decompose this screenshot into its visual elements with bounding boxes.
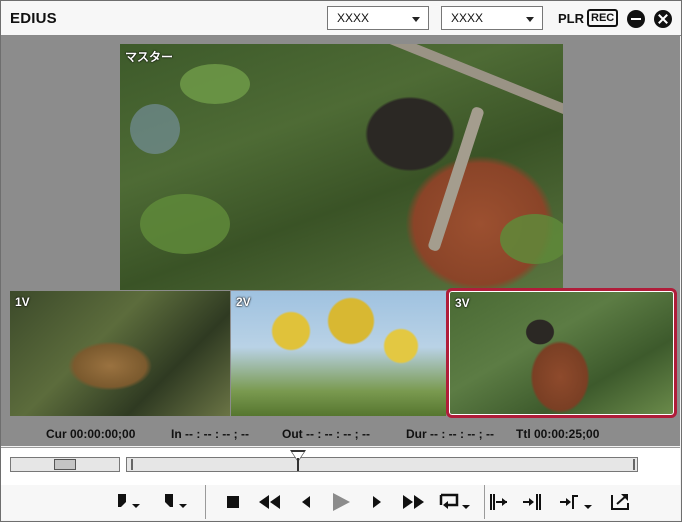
- insert-to-timeline-button[interactable]: [487, 491, 513, 513]
- insert-to-timeline-icon: [490, 494, 507, 510]
- position-slider[interactable]: [126, 450, 638, 472]
- jump-to-out-icon: [560, 495, 592, 509]
- set-out-button[interactable]: [161, 491, 191, 513]
- export-button[interactable]: [608, 491, 634, 513]
- step-back-button[interactable]: [297, 491, 317, 513]
- in-timecode: In -- : -- : -- ; --: [171, 427, 249, 441]
- camera-2-label: 2V: [236, 295, 251, 309]
- overwrite-to-timeline-icon: [523, 494, 541, 510]
- set-in-icon: [118, 494, 140, 508]
- transport-controls: [1, 485, 680, 520]
- close-icon[interactable]: [654, 10, 672, 28]
- stop-button[interactable]: [223, 491, 245, 513]
- loop-icon: [439, 493, 470, 509]
- multicam-monitor: マスター 1V 2V 3V: [1, 36, 680, 422]
- dropdown-2-value: XXXX: [451, 11, 484, 25]
- loop-button[interactable]: [437, 491, 473, 513]
- step-back-icon: [302, 496, 310, 508]
- selected-camera-frame[interactable]: [446, 288, 677, 418]
- camera-1-label: 1V: [15, 295, 30, 309]
- rec-toggle[interactable]: REC: [587, 9, 619, 27]
- dur-timecode: Dur -- : -- : -- ; --: [406, 427, 494, 441]
- title-bar: EDIUS XXXX XXXX PLR REC: [1, 1, 681, 36]
- rewind-button[interactable]: [257, 491, 283, 513]
- ttl-timecode: Ttl 00:00:25;00: [516, 427, 600, 441]
- play-button[interactable]: [328, 491, 354, 513]
- fast-forward-button[interactable]: [400, 491, 426, 513]
- chevron-down-icon: [412, 17, 420, 22]
- player-dropdown-2[interactable]: XXXX: [441, 6, 543, 30]
- chevron-down-icon: [526, 17, 534, 22]
- stop-icon: [227, 496, 239, 508]
- out-timecode: Out -- : -- : -- ; --: [282, 427, 370, 441]
- timecode-bar: Cur 00:00:00;00 In -- : -- : -- ; -- Out…: [1, 422, 680, 446]
- overwrite-to-timeline-button[interactable]: [521, 491, 547, 513]
- jump-to-out-button[interactable]: [557, 491, 597, 513]
- player-dropdown-1[interactable]: XXXX: [327, 6, 429, 30]
- rewind-icon: [259, 495, 280, 509]
- fast-forward-icon: [403, 495, 424, 509]
- app-title: EDIUS: [10, 10, 57, 27]
- plr-toggle[interactable]: PLR: [558, 11, 584, 26]
- cur-timecode: Cur 00:00:00;00: [46, 427, 136, 441]
- step-forward-button[interactable]: [367, 491, 387, 513]
- camera-2-preview[interactable]: 2V: [231, 291, 446, 416]
- set-in-button[interactable]: [114, 491, 144, 513]
- dropdown-1-value: XXXX: [337, 11, 370, 25]
- camera-1-preview[interactable]: 1V: [10, 291, 230, 416]
- step-forward-icon: [373, 496, 381, 508]
- master-label: マスター: [125, 50, 174, 64]
- minimize-icon[interactable]: [627, 10, 645, 28]
- master-preview: マスター: [120, 44, 563, 290]
- play-icon: [333, 493, 350, 511]
- slider-row: [1, 447, 680, 486]
- export-icon: [611, 494, 629, 510]
- shuttle-slider[interactable]: [10, 457, 120, 472]
- set-out-icon: [165, 494, 187, 508]
- shuttle-handle[interactable]: [54, 459, 76, 470]
